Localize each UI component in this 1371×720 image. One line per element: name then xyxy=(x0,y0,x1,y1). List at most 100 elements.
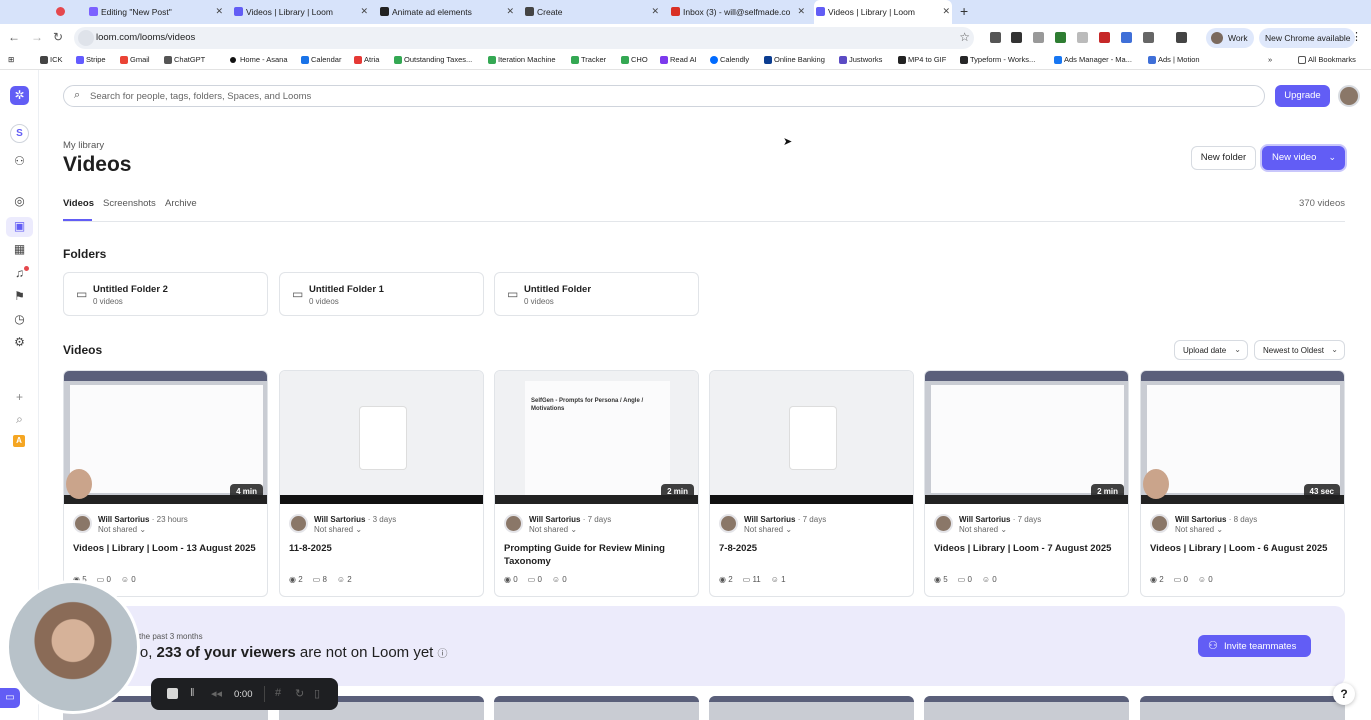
extension-icon[interactable] xyxy=(1121,32,1132,43)
video-thumbnail[interactable]: 2 min xyxy=(925,371,1128,504)
close-icon[interactable]: ✕ xyxy=(506,6,514,17)
workspace-switcher[interactable]: S xyxy=(10,124,29,143)
bookmark-item[interactable]: Iteration Machine xyxy=(488,55,556,64)
video-card[interactable]: 2 min Will Sartorius · 7 days Not shared… xyxy=(924,370,1129,597)
extension-icon[interactable] xyxy=(1077,32,1088,43)
new-folder-button[interactable]: New folder xyxy=(1191,146,1256,170)
bookmark-item[interactable]: Gmail xyxy=(120,55,150,64)
address-bar[interactable]: loom.com/looms/videos ☆ xyxy=(74,27,974,49)
forward-icon[interactable]: → xyxy=(31,30,43,44)
trash-icon[interactable]: ▯ xyxy=(314,687,320,700)
video-title[interactable]: 7-8-2025 xyxy=(719,542,904,555)
bookmark-item[interactable]: MP4 to GIF xyxy=(898,55,946,64)
share-status[interactable]: Not shared ⌄ xyxy=(98,525,146,534)
tab-videos[interactable]: Videos xyxy=(63,198,94,209)
bookmark-item[interactable]: Typeform - Works... xyxy=(960,55,1035,64)
close-icon[interactable]: ✕ xyxy=(797,6,805,17)
browser-tab-4[interactable]: Create ✕ xyxy=(523,2,661,22)
add-person-icon[interactable]: ⚇ xyxy=(12,154,27,168)
browser-tab-3[interactable]: Animate ad elements ✕ xyxy=(378,2,516,22)
breadcrumb[interactable]: My library xyxy=(63,140,104,151)
browser-tab-0[interactable] xyxy=(54,2,78,22)
bookmark-icon[interactable]: ⚑ xyxy=(12,289,27,303)
workspace-a[interactable]: A xyxy=(13,435,25,447)
browser-tab-1[interactable]: Editing "New Post" ✕ xyxy=(87,2,225,22)
video-card[interactable]: 43 sec Will Sartorius · 8 days Not share… xyxy=(1140,370,1345,597)
extension-icon[interactable] xyxy=(1099,32,1110,43)
draw-icon[interactable]: # xyxy=(275,687,281,699)
bookmark-item[interactable]: Calendly xyxy=(710,55,749,64)
video-thumbnail[interactable] xyxy=(924,696,1129,720)
new-video-button[interactable]: New video ⌄ xyxy=(1262,146,1345,170)
bookmark-item[interactable]: ChatGPT xyxy=(164,55,205,64)
video-thumbnail[interactable] xyxy=(1140,696,1345,720)
chrome-update-button[interactable]: New Chrome available xyxy=(1259,28,1355,48)
invite-teammates-button[interactable]: ⚇ Invite teammates xyxy=(1198,635,1311,657)
camera-bubble[interactable] xyxy=(6,580,140,714)
bookmark-item[interactable]: Ads | Motion xyxy=(1148,55,1200,64)
extension-icon[interactable] xyxy=(990,32,1001,43)
video-title[interactable]: Videos | Library | Loom - 13 August 2025 xyxy=(73,542,258,555)
apps-grid-icon[interactable]: ⊞ xyxy=(8,55,14,64)
bookmark-item[interactable]: Calendar xyxy=(301,55,341,64)
help-button[interactable]: ? xyxy=(1333,683,1355,705)
bookmark-item[interactable]: Stripe xyxy=(76,55,106,64)
bookmark-item[interactable]: ICK xyxy=(40,55,63,64)
profile-button[interactable]: Work xyxy=(1206,28,1254,48)
upgrade-button[interactable]: Upgrade xyxy=(1275,85,1330,107)
video-card[interactable]: SelfGen - Prompts for Persona / Angle / … xyxy=(494,370,699,597)
close-icon[interactable]: ✕ xyxy=(651,6,659,17)
gear-icon[interactable]: ⚙ xyxy=(12,335,27,349)
folder-card[interactable]: ▭ Untitled Folder 0 videos xyxy=(494,272,699,316)
video-card[interactable]: Will Sartorius · 3 days Not shared ⌄ 11-… xyxy=(279,370,484,597)
video-thumbnail[interactable] xyxy=(494,696,699,720)
bookmark-item[interactable]: Online Banking xyxy=(764,55,825,64)
video-card[interactable]: Will Sartorius · 7 days Not shared ⌄ 7-8… xyxy=(709,370,914,597)
video-title[interactable]: Videos | Library | Loom - 7 August 2025 xyxy=(934,542,1119,555)
library-icon[interactable]: ▣ xyxy=(12,219,27,233)
video-thumbnail[interactable] xyxy=(710,371,913,504)
close-icon[interactable]: ✕ xyxy=(360,6,368,17)
info-icon[interactable]: ⓘ xyxy=(438,649,448,660)
folder-card[interactable]: ▭ Untitled Folder 2 0 videos xyxy=(63,272,268,316)
search-icon[interactable]: ⌕ xyxy=(12,412,27,427)
share-status[interactable]: Not shared ⌄ xyxy=(959,525,1007,534)
calendar-icon[interactable]: ▦ xyxy=(12,242,27,256)
share-status[interactable]: Not shared ⌄ xyxy=(744,525,792,534)
back-icon[interactable]: ← xyxy=(8,30,20,44)
chevron-right-icon[interactable]: » xyxy=(1268,55,1272,64)
bookmark-item[interactable]: Read AI xyxy=(660,55,697,64)
share-status[interactable]: Not shared ⌄ xyxy=(1175,525,1223,534)
video-title[interactable]: Videos | Library | Loom - 6 August 2025 xyxy=(1150,542,1335,555)
extension-icon[interactable] xyxy=(1011,32,1022,43)
video-title[interactable]: Prompting Guide for Review Mining Taxono… xyxy=(504,542,689,568)
site-info-icon[interactable] xyxy=(78,30,94,46)
reload-icon[interactable]: ↻ xyxy=(53,30,63,44)
video-thumbnail[interactable]: SelfGen - Prompts for Persona / Angle / … xyxy=(495,371,698,504)
share-status[interactable]: Not shared ⌄ xyxy=(529,525,577,534)
bookmark-star-icon[interactable]: ☆ xyxy=(959,30,970,44)
tab-search-icon[interactable] xyxy=(1176,32,1187,43)
tab-screenshots[interactable]: Screenshots xyxy=(103,198,156,209)
bookmark-item[interactable]: CHO xyxy=(621,55,648,64)
stop-icon[interactable] xyxy=(167,688,178,699)
pause-icon[interactable]: ‖ xyxy=(190,687,195,699)
puzzle-icon[interactable] xyxy=(1143,32,1154,43)
video-thumbnail[interactable] xyxy=(280,371,483,504)
menu-kebab-icon[interactable]: ⋮ xyxy=(1351,30,1362,43)
avatar[interactable] xyxy=(1338,85,1360,107)
clock-icon[interactable]: ◷ xyxy=(12,312,27,326)
folder-card[interactable]: ▭ Untitled Folder 1 0 videos xyxy=(279,272,484,316)
loom-logo-icon[interactable]: ✲ xyxy=(10,86,29,105)
share-status[interactable]: Not shared ⌄ xyxy=(314,525,362,534)
bookmark-item[interactable]: Tracker xyxy=(571,55,606,64)
camera-toggle-icon[interactable]: ▭ xyxy=(0,688,20,708)
sort-order-select[interactable]: Newest to Oldest ⌄ xyxy=(1254,340,1345,360)
video-thumbnail[interactable] xyxy=(709,696,914,720)
video-thumbnail[interactable]: 43 sec xyxy=(1141,371,1344,504)
bookmark-item[interactable]: Justworks xyxy=(839,55,882,64)
extension-icon[interactable] xyxy=(1033,32,1044,43)
close-icon[interactable]: ✕ xyxy=(942,6,950,17)
video-card[interactable]: 4 min Will Sartorius · 23 hours Not shar… xyxy=(63,370,268,597)
sort-by-select[interactable]: Upload date ⌄ xyxy=(1174,340,1248,360)
